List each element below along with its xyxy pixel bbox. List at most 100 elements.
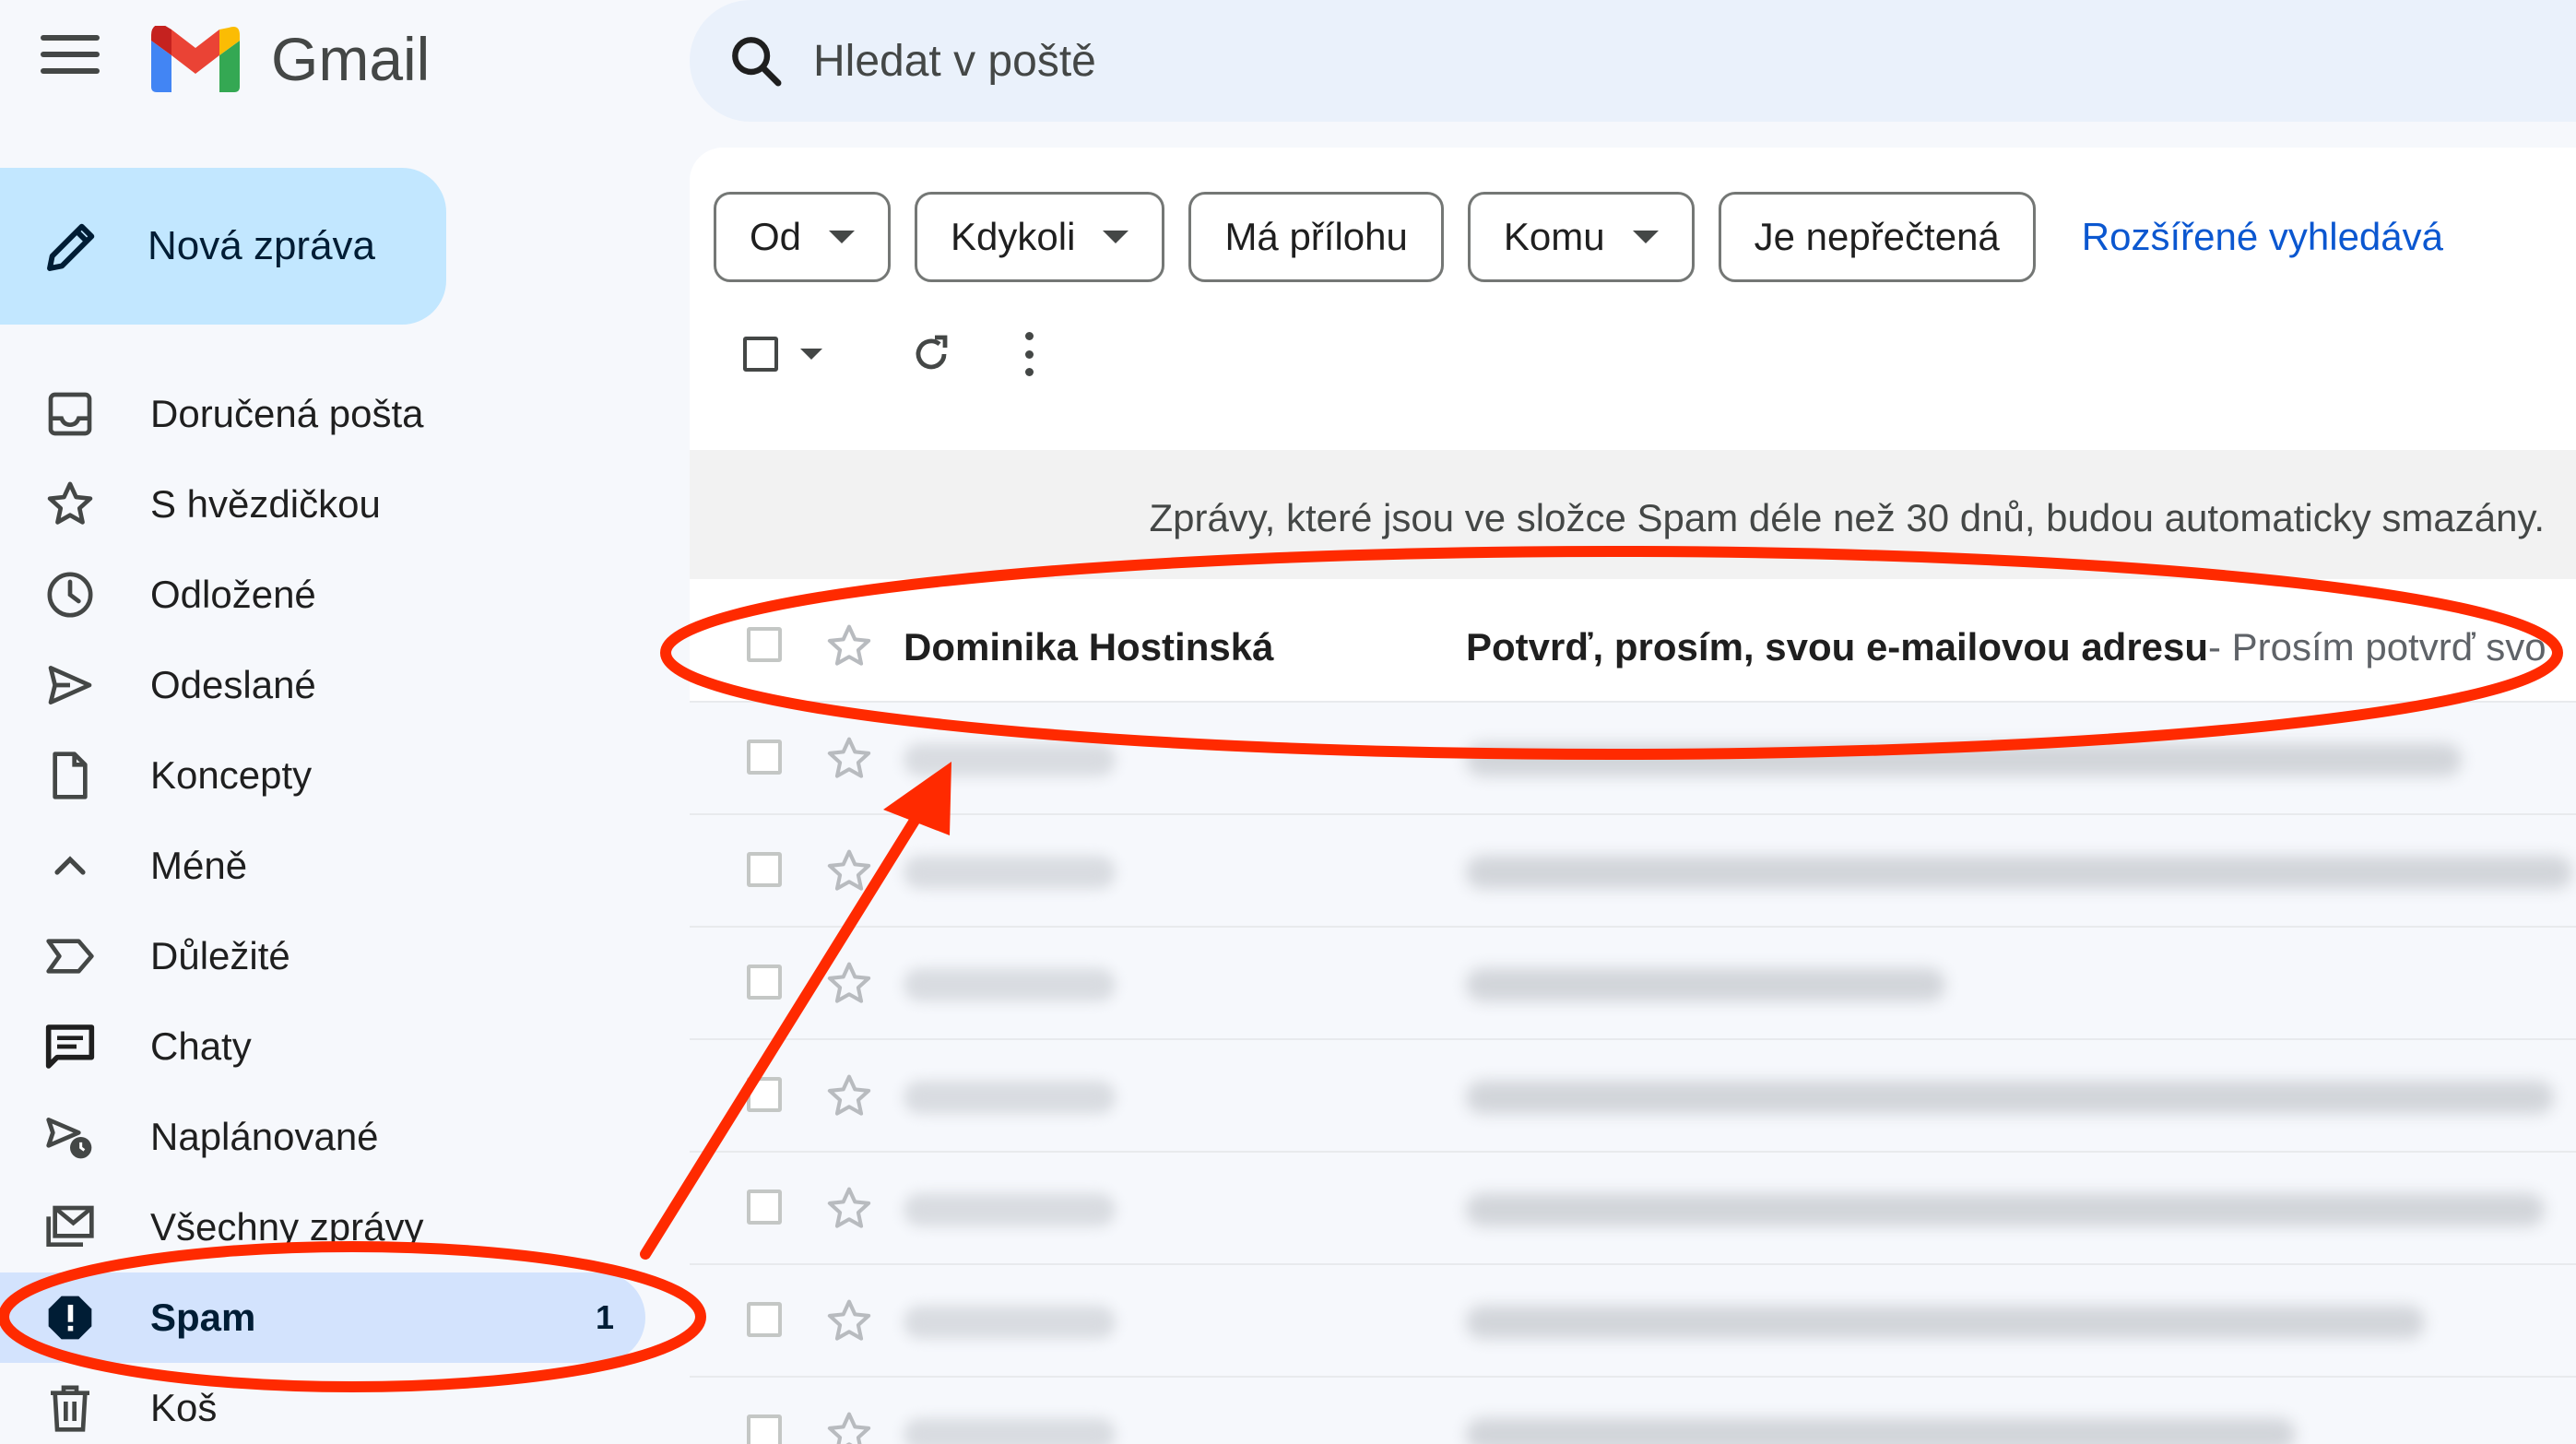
blurred-sender (904, 1193, 1116, 1226)
sidebar-item-less[interactable]: Méně (0, 821, 687, 911)
blurred-subject (1466, 743, 2462, 776)
filter-chip-unread[interactable]: Je nepřečtená (1718, 192, 2036, 282)
sidebar-item-spam[interactable]: Spam 1 (0, 1272, 645, 1363)
blurred-sender (904, 1306, 1116, 1339)
gmail-logo[interactable]: Gmail (151, 24, 430, 94)
sidebar-item-inbox[interactable]: Doručená pošta (0, 369, 687, 459)
chevron-up-icon (54, 856, 86, 875)
star-icon[interactable] (824, 734, 874, 784)
message-row-blurred[interactable] (690, 1153, 2576, 1265)
star-icon[interactable] (824, 621, 874, 671)
sidebar-item-label: Koncepty (150, 753, 313, 797)
sidebar-item-chats[interactable]: Chaty (0, 1001, 687, 1092)
star-icon (47, 481, 93, 525)
row-checkbox[interactable] (747, 965, 782, 1000)
row-checkbox[interactable] (747, 1077, 782, 1112)
caret-down-icon (1632, 231, 1659, 243)
select-dropdown-icon[interactable] (800, 349, 822, 360)
star-icon[interactable] (824, 1296, 874, 1346)
row-checkbox[interactable] (747, 1414, 782, 1444)
star-icon[interactable] (824, 1409, 874, 1444)
message-row[interactable]: Dominika Hostinská Potvrď, prosím, svou … (690, 590, 2576, 703)
sidebar-item-scheduled[interactable]: Naplánované (0, 1092, 687, 1182)
inbox-icon (48, 392, 92, 436)
blurred-subject (1466, 1081, 2554, 1114)
advanced-search-link[interactable]: Rozšířené vyhledává (2082, 215, 2443, 259)
row-checkbox[interactable] (747, 1190, 782, 1225)
compose-button[interactable]: Nová zpráva (0, 168, 446, 325)
blurred-sender (904, 968, 1116, 1001)
filter-chip-from[interactable]: Od (714, 192, 892, 282)
sidebar-item-all-mail[interactable]: Všechny zprávy (0, 1182, 687, 1272)
message-snippet: - Prosím potvrď svo (2208, 625, 2546, 669)
blurred-subject (1466, 856, 2572, 889)
row-checkbox[interactable] (747, 852, 782, 887)
sidebar-item-label: Odložené (150, 573, 316, 616)
main-panel: Od Kdykoli Má přílohu Komu Je nepřečtená… (690, 148, 2576, 1444)
row-checkbox[interactable] (747, 1302, 782, 1337)
star-icon[interactable] (824, 1184, 874, 1234)
search-bar[interactable] (690, 0, 2576, 122)
message-row-blurred[interactable] (690, 1378, 2576, 1444)
chip-label: Komu (1503, 215, 1605, 258)
chip-label: Od (750, 215, 802, 258)
blurred-sender (904, 1418, 1116, 1444)
list-toolbar (743, 332, 1038, 376)
sidebar-item-snoozed[interactable]: Odložené (0, 550, 687, 640)
blurred-sender (904, 743, 1116, 776)
message-row-blurred[interactable] (690, 928, 2576, 1040)
message-row-blurred[interactable] (690, 815, 2576, 928)
star-icon[interactable] (824, 846, 874, 896)
gmail-m-icon (151, 26, 240, 92)
message-list: Dominika Hostinská Potvrď, prosím, svou … (690, 590, 2576, 1444)
trash-icon (51, 1385, 89, 1432)
sidebar-item-sent[interactable]: Odeslané (0, 640, 687, 730)
sidebar-item-drafts[interactable]: Koncepty (0, 730, 687, 821)
filter-chip-has-attachment[interactable]: Má přílohu (1188, 192, 1444, 282)
message-row-blurred[interactable] (690, 1265, 2576, 1378)
sidebar-item-label: Méně (150, 844, 248, 887)
spam-info-banner: Zprávy, které jsou ve složce Spam déle n… (690, 450, 2576, 579)
message-subject: Potvrď, prosím, svou e-mailovou adresu (1466, 625, 2209, 669)
blurred-subject (1466, 1193, 2545, 1226)
message-row-blurred[interactable] (690, 703, 2576, 815)
search-icon[interactable] (727, 31, 786, 90)
sidebar-item-label: Všechny zprávy (150, 1205, 424, 1249)
sidebar-item-label: Odeslané (150, 663, 316, 706)
sidebar-item-important[interactable]: Důležité (0, 911, 687, 1001)
blurred-subject (1466, 1306, 2425, 1339)
caret-down-icon (1103, 231, 1129, 243)
row-checkbox[interactable] (747, 740, 782, 775)
sidebar-nav: Doručená pošta S hvězdičkou Odložené Ode… (0, 369, 687, 1444)
sidebar-item-label: Doručená pošta (150, 392, 424, 435)
sidebar-item-label: Koš (150, 1386, 218, 1429)
refresh-icon[interactable] (909, 332, 953, 376)
search-input[interactable] (813, 35, 2288, 87)
select-all-checkbox[interactable] (743, 337, 778, 372)
star-icon[interactable] (824, 959, 874, 1009)
caret-down-icon (829, 231, 856, 243)
filter-chip-to[interactable]: Komu (1467, 192, 1695, 282)
sidebar-item-trash[interactable]: Koš (0, 1363, 687, 1444)
search-filter-chips: Od Kdykoli Má přílohu Komu Je nepřečtená… (714, 192, 2443, 282)
app-name: Gmail (271, 25, 431, 93)
message-row-blurred[interactable] (690, 1040, 2576, 1153)
compose-label: Nová zpráva (148, 223, 376, 268)
sidebar-item-label: Důležité (150, 934, 290, 977)
star-icon[interactable] (824, 1071, 874, 1121)
clock-icon (47, 572, 93, 618)
chip-label: Je nepřečtená (1754, 215, 2000, 258)
spam-icon (48, 1296, 92, 1340)
chip-label: Kdykoli (951, 215, 1076, 258)
all-mail-icon (46, 1205, 94, 1247)
blurred-sender (904, 1081, 1116, 1114)
blurred-subject (1466, 1418, 2296, 1444)
sidebar-item-label: Spam (150, 1296, 256, 1339)
filter-chip-any-time[interactable]: Kdykoli (915, 192, 1165, 282)
sidebar-item-starred[interactable]: S hvězdičkou (0, 459, 687, 550)
main-menu-button[interactable] (41, 35, 100, 81)
draft-icon (53, 752, 88, 799)
important-icon (46, 939, 94, 974)
more-vert-icon[interactable] (1020, 332, 1038, 376)
row-checkbox[interactable] (747, 627, 782, 662)
